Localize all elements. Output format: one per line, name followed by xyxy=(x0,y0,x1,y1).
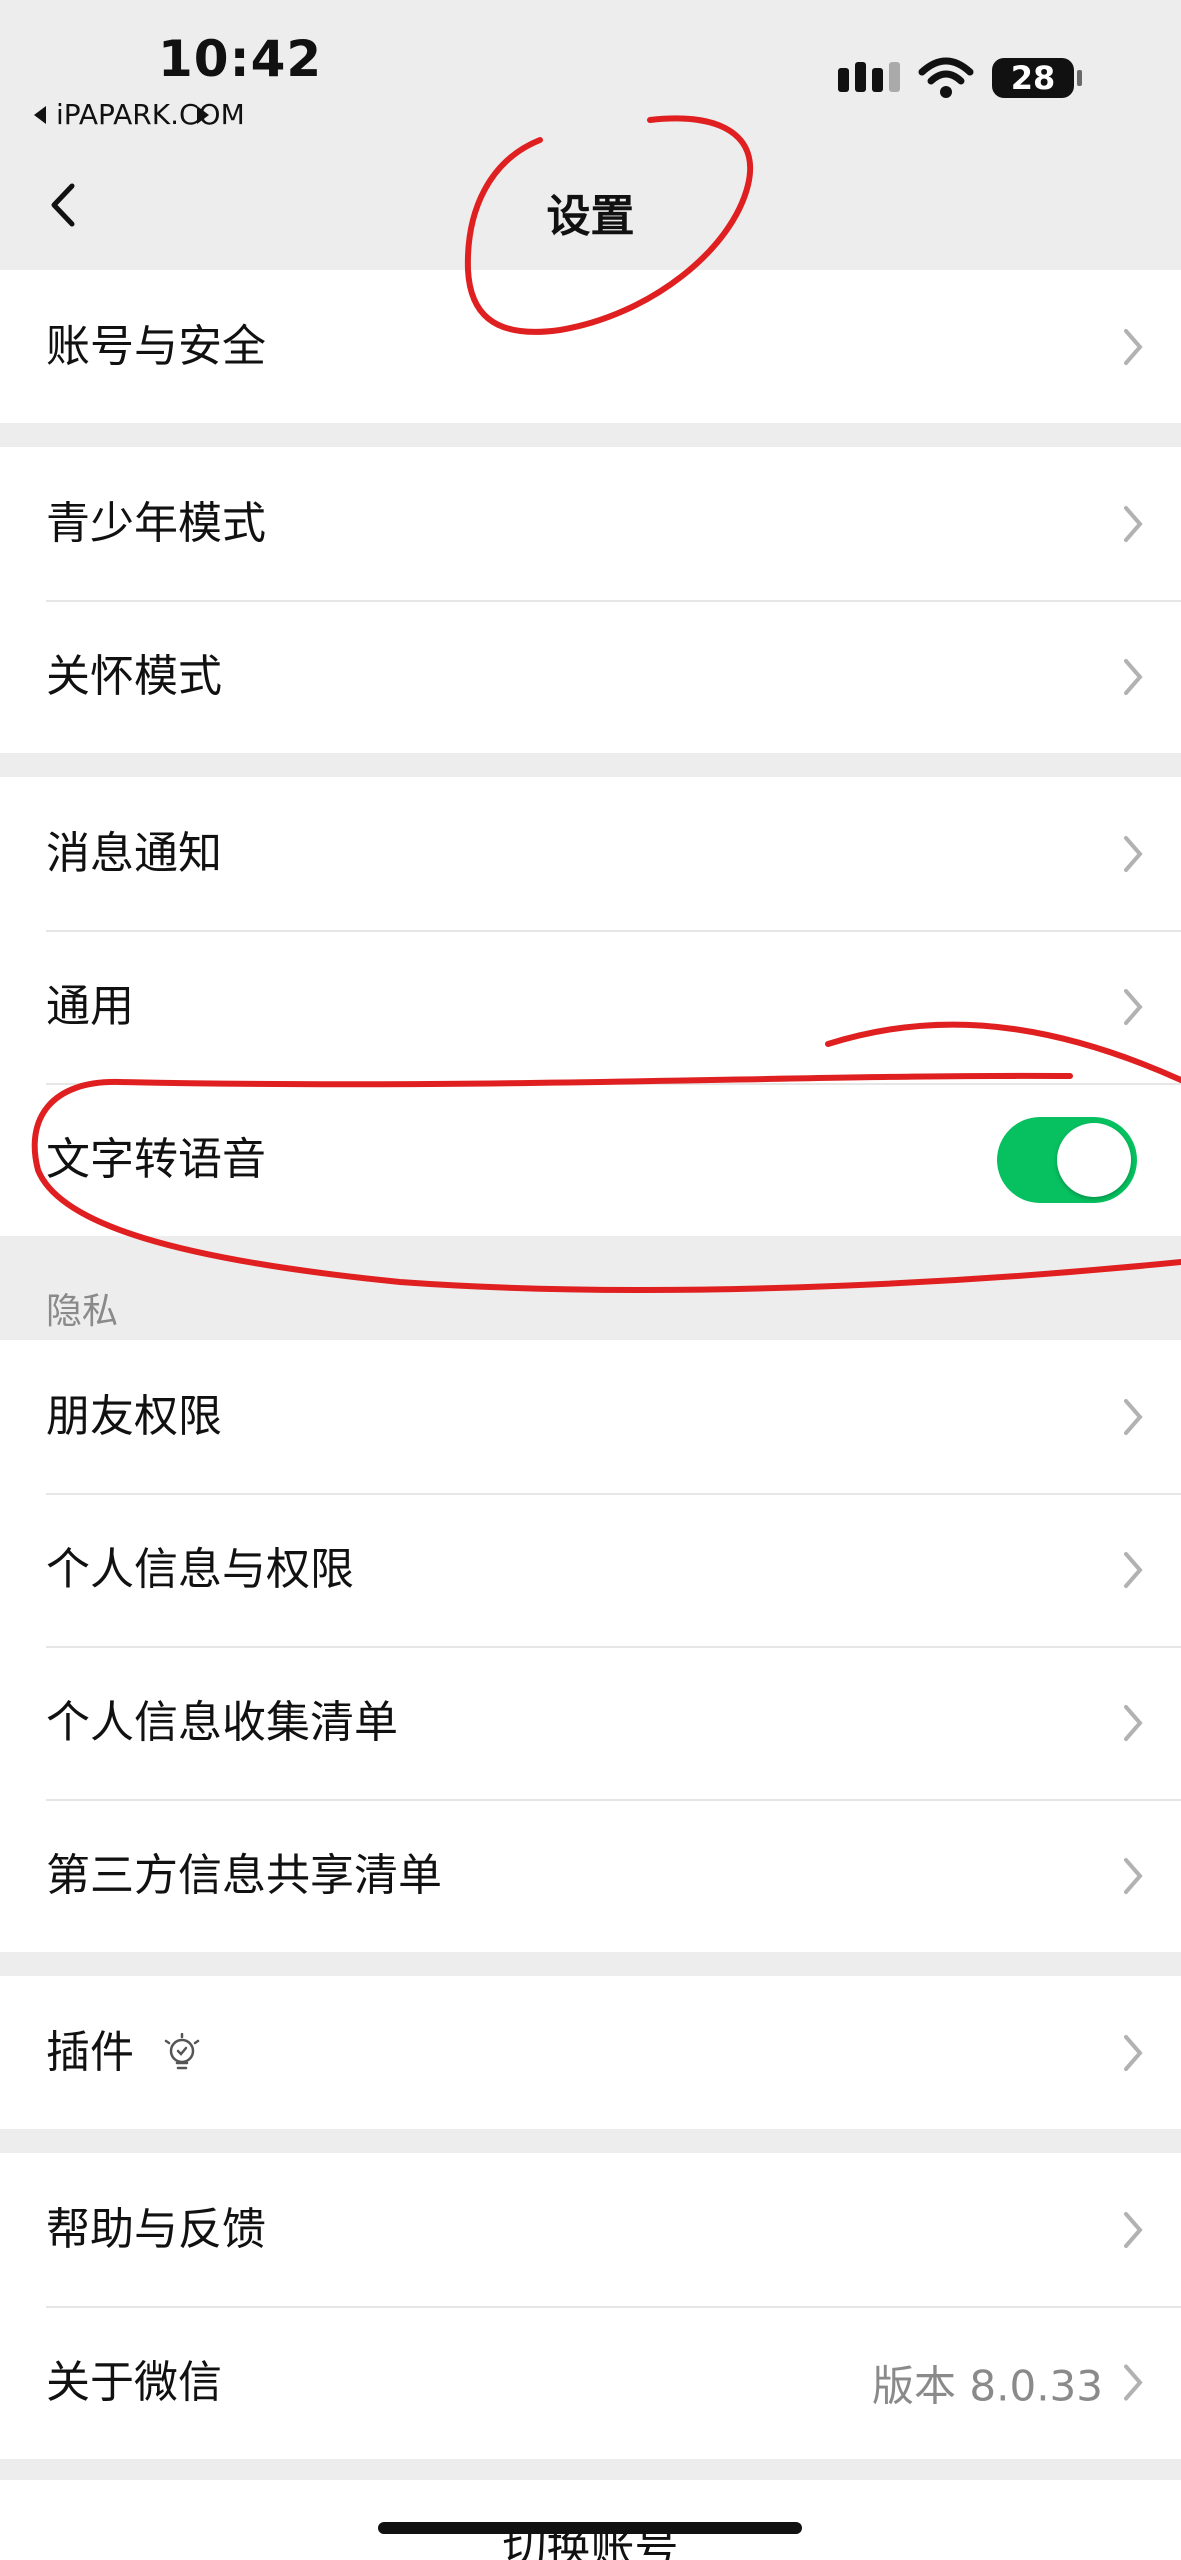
row-third-party-sharing[interactable]: 第三方信息共享清单 xyxy=(0,1799,1181,1952)
row-label: 账号与安全 xyxy=(46,320,266,372)
chevron-right-icon xyxy=(1124,2211,1143,2248)
chevron-right-icon xyxy=(1124,505,1143,542)
status-time: 10:42 xyxy=(158,30,323,88)
chevron-right-icon xyxy=(1124,2034,1143,2071)
row-label: 青少年模式 xyxy=(46,497,266,549)
chevron-right-icon xyxy=(1124,2364,1143,2401)
row-text-to-speech: 文字转语音 xyxy=(0,1083,1181,1236)
page-title: 设置 xyxy=(546,191,635,242)
row-account-security[interactable]: 账号与安全 xyxy=(0,270,1181,423)
row-label: 通用 xyxy=(46,980,134,1032)
row-label: 个人信息收集清单 xyxy=(46,1696,398,1748)
row-personal-info-permissions[interactable]: 个人信息与权限 xyxy=(0,1493,1181,1646)
cellular-signal-icon xyxy=(838,62,900,92)
lightbulb-icon xyxy=(164,2032,200,2069)
row-notifications[interactable]: 消息通知 xyxy=(0,777,1181,930)
row-label: 消息通知 xyxy=(46,827,222,879)
row-label: 朋友权限 xyxy=(46,1390,222,1442)
back-to-app[interactable]: iPAPARK.COM xyxy=(34,98,245,131)
group-modes: 青少年模式 关怀模式 xyxy=(0,447,1181,753)
row-label: 第三方信息共享清单 xyxy=(46,1849,442,1901)
chevron-right-icon xyxy=(1124,1704,1143,1741)
row-plugins[interactable]: 插件 xyxy=(0,1976,1181,2129)
chevron-right-icon xyxy=(1124,658,1143,695)
forward-triangle-icon xyxy=(196,105,209,124)
chevron-right-icon xyxy=(1124,835,1143,872)
battery-icon: 28 xyxy=(992,58,1082,98)
back-app-label: iPAPARK.COM xyxy=(56,98,245,131)
home-indicator xyxy=(378,2522,802,2534)
chevron-right-icon xyxy=(1124,1551,1143,1588)
group-help: 帮助与反馈 关于微信 版本 8.0.33 xyxy=(0,2153,1181,2459)
row-care-mode[interactable]: 关怀模式 xyxy=(0,600,1181,753)
toggle-knob xyxy=(1057,1122,1131,1197)
row-label: 文字转语音 xyxy=(46,1133,266,1185)
switch-account-label: 切换账号 xyxy=(502,2523,679,2560)
text-to-speech-toggle[interactable] xyxy=(997,1116,1137,1203)
battery-level: 28 xyxy=(1010,59,1056,97)
section-header-privacy: 隐私 xyxy=(46,1291,119,1332)
row-label: 插件 xyxy=(46,2026,134,2078)
row-label: 帮助与反馈 xyxy=(46,2203,266,2255)
row-about-wechat[interactable]: 关于微信 版本 8.0.33 xyxy=(0,2306,1181,2459)
chevron-right-icon xyxy=(1124,988,1143,1025)
group-plugins: 插件 xyxy=(0,1976,1181,2129)
chevron-right-icon xyxy=(1124,328,1143,365)
back-triangle-icon xyxy=(34,105,46,124)
row-personal-info-collection[interactable]: 个人信息收集清单 xyxy=(0,1646,1181,1799)
row-friend-permissions[interactable]: 朋友权限 xyxy=(0,1340,1181,1493)
wifi-icon xyxy=(918,57,974,98)
navigation-bar: 设置 xyxy=(0,140,1181,270)
row-teen-mode[interactable]: 青少年模式 xyxy=(0,447,1181,600)
chevron-right-icon xyxy=(1124,1857,1143,1894)
row-label: 关怀模式 xyxy=(46,650,222,702)
status-bar: 10:42 iPAPARK.COM 28 xyxy=(0,0,1181,140)
group-general: 消息通知 通用 文字转语音 xyxy=(0,777,1181,1236)
row-help-feedback[interactable]: 帮助与反馈 xyxy=(0,2153,1181,2306)
row-label: 个人信息与权限 xyxy=(46,1543,354,1595)
group-account: 账号与安全 xyxy=(0,270,1181,423)
row-label: 关于微信 xyxy=(46,2356,222,2408)
row-general[interactable]: 通用 xyxy=(0,930,1181,1083)
chevron-right-icon xyxy=(1124,1398,1143,1435)
group-privacy: 朋友权限 个人信息与权限 个人信息收集清单 第三方信息共享清单 xyxy=(0,1340,1181,1952)
version-value: 版本 8.0.33 xyxy=(872,2361,1103,2410)
